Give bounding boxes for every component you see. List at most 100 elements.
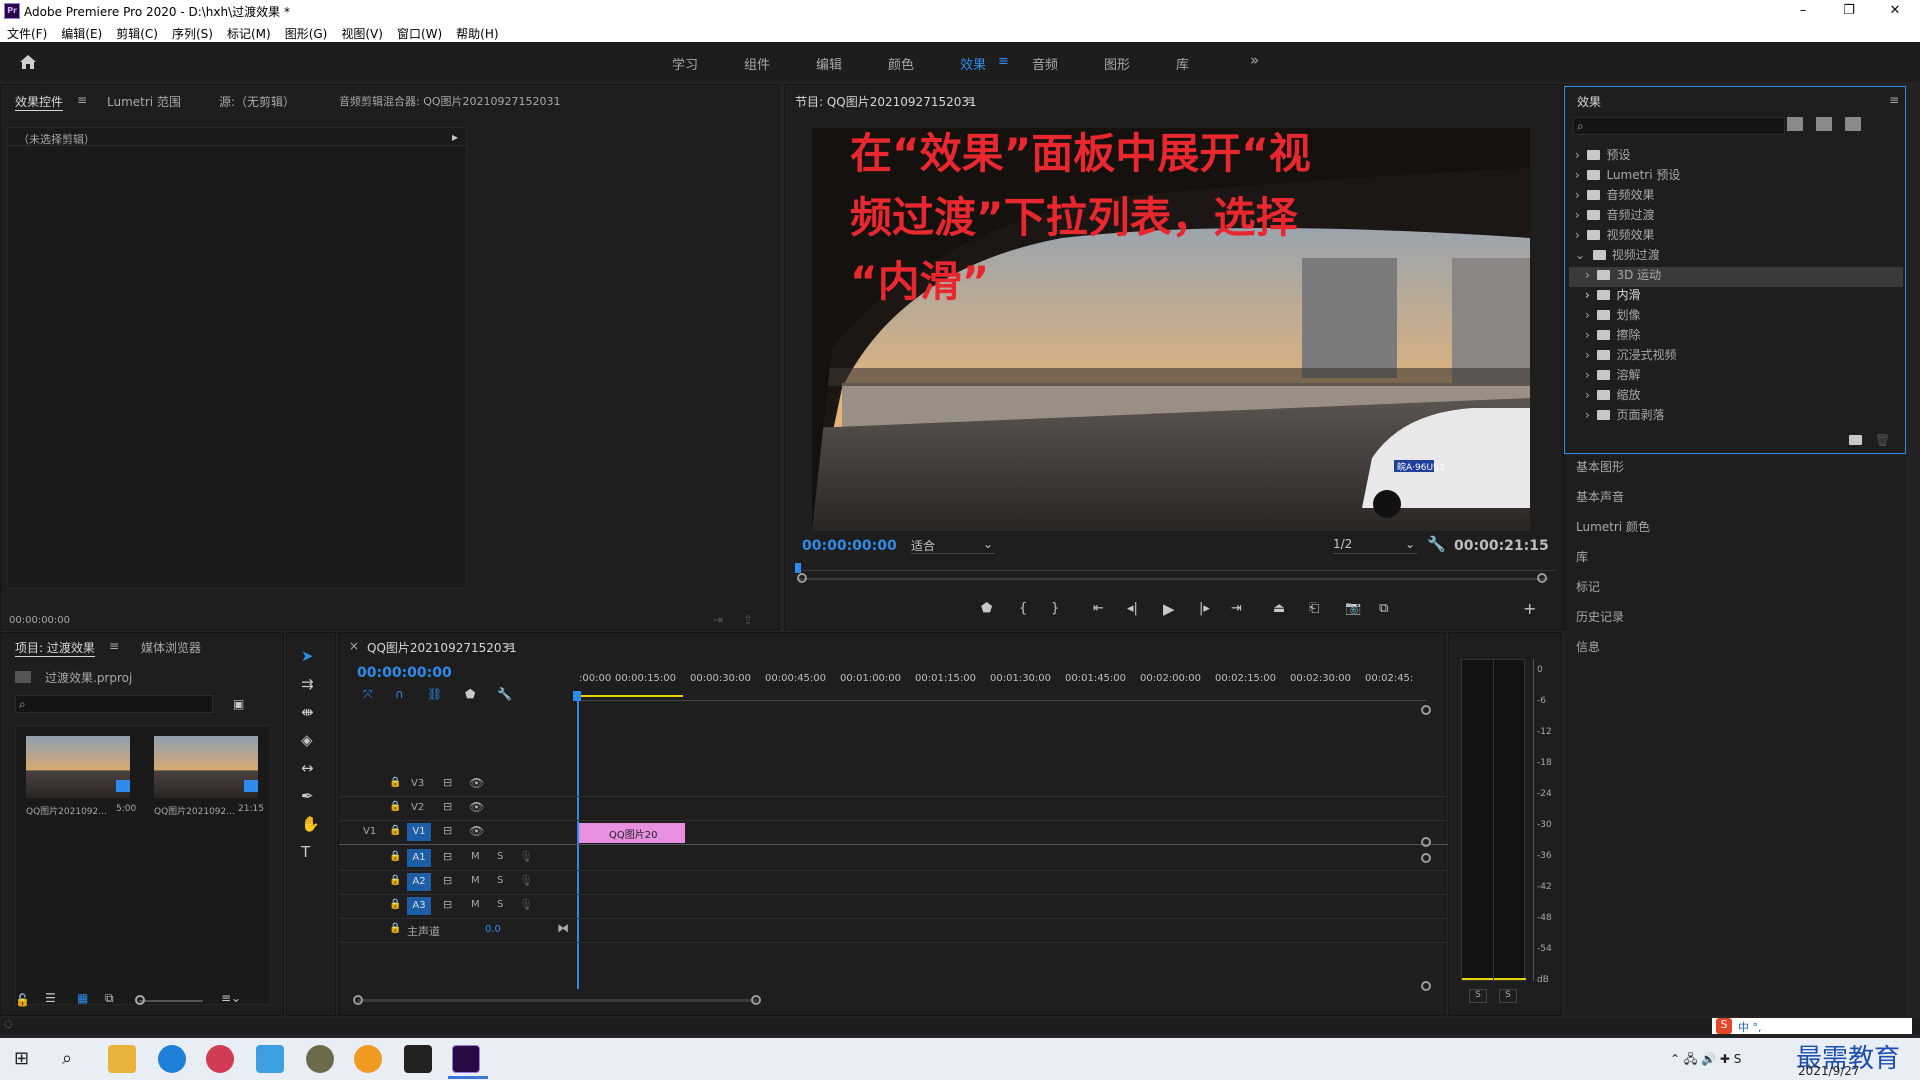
workspace-audio[interactable]: 音频 xyxy=(1032,54,1058,73)
menu-help[interactable]: 帮助(H) xyxy=(449,22,505,42)
tab-audio-clip-mixer[interactable]: 音频剪辑混合器: QQ图片20210927152031 xyxy=(339,93,561,109)
slip-tool-icon[interactable]: ↔ xyxy=(301,759,314,777)
ime-toolbar[interactable]: S 中 °, xyxy=(1712,1018,1912,1034)
tree-item-video-effects[interactable]: › 视频效果 xyxy=(1575,225,1680,245)
tab-media-browser[interactable]: 媒体浏览器 xyxy=(141,639,201,656)
track-label[interactable]: A3 xyxy=(407,897,431,915)
solo-button[interactable]: S xyxy=(497,899,503,910)
effects-search-input[interactable]: ⌕ xyxy=(1573,117,1785,135)
app-icon[interactable] xyxy=(306,1045,334,1073)
chevron-right-icon[interactable]: › xyxy=(1585,328,1590,342)
go-to-end-icon[interactable]: ⧓ xyxy=(557,921,569,935)
chevron-down-icon[interactable]: ⌄ xyxy=(1575,248,1585,262)
ripple-edit-tool-icon[interactable]: ⇼ xyxy=(301,703,314,721)
workspace-assembly[interactable]: 组件 xyxy=(744,54,770,73)
wrench-icon[interactable]: 🔧 xyxy=(1427,535,1446,553)
hand-tool-icon[interactable]: ✋ xyxy=(301,815,320,833)
scroll-handle-left[interactable] xyxy=(797,573,807,583)
program-menu-icon[interactable]: ≡ xyxy=(965,93,975,107)
sync-lock-icon[interactable]: ⊟ xyxy=(443,776,452,789)
tree-item-audio-effects[interactable]: › 音频效果 xyxy=(1575,185,1680,205)
chevron-right-icon[interactable]: › xyxy=(1575,228,1580,242)
mute-button[interactable]: M xyxy=(471,899,480,910)
go-to-in-icon[interactable]: ⇤ xyxy=(1093,601,1104,616)
zoom-scrollbar[interactable] xyxy=(797,578,1549,580)
tab-effect-controls[interactable]: 效果控件 xyxy=(15,93,64,111)
sync-lock-icon[interactable]: ⊟ xyxy=(443,800,452,813)
home-icon[interactable] xyxy=(18,52,38,72)
v-scroll-handle-top[interactable] xyxy=(1421,705,1431,715)
search-icon[interactable]: ⌕ xyxy=(62,1048,72,1069)
accelerated-effects-icon[interactable] xyxy=(1787,117,1803,131)
scroll-handle-right[interactable] xyxy=(1537,573,1547,583)
tree-item-dissolve[interactable]: › 溶解 xyxy=(1575,365,1680,385)
chevron-right-icon[interactable]: › xyxy=(1585,268,1590,282)
lock-icon[interactable]: 🔒 xyxy=(389,801,401,812)
tab-lumetri-scopes[interactable]: Lumetri 范围 xyxy=(107,93,181,110)
lock-icon[interactable]: 🔒 xyxy=(389,851,401,862)
source-patch-v1[interactable]: V1 xyxy=(363,826,376,837)
tray-icons[interactable]: ⌃ 🖧 🔊 ✚ S xyxy=(1670,1050,1741,1071)
icon-view-icon[interactable]: ▦ xyxy=(77,991,88,1005)
track-label[interactable]: A1 xyxy=(407,849,431,867)
new-bin-icon[interactable]: ▣ xyxy=(233,697,244,711)
pen-tool-icon[interactable]: ✒ xyxy=(301,787,314,805)
program-ruler[interactable] xyxy=(795,561,1555,571)
clock-date[interactable]: 2021/9/27 xyxy=(1798,1064,1860,1078)
menu-graphics[interactable]: 图形(G) xyxy=(278,22,335,42)
solo-right-button[interactable]: S xyxy=(1499,989,1517,1003)
premiere-taskbar-icon[interactable] xyxy=(452,1045,480,1073)
panel-lumetri-color[interactable]: Lumetri 颜色 xyxy=(1576,518,1650,535)
a-scroll-handle-bottom[interactable] xyxy=(1421,981,1431,991)
timeline-clip[interactable]: QQ图片20 xyxy=(579,823,685,843)
menu-window[interactable]: 窗口(W) xyxy=(390,22,449,42)
export-frame-icon[interactable]: 📷 xyxy=(1345,601,1361,616)
app-icon[interactable] xyxy=(206,1045,234,1073)
chevron-right-icon[interactable]: › xyxy=(1575,208,1580,222)
lock-icon[interactable]: 🔒 xyxy=(389,777,401,788)
workspace-effects[interactable]: 效果 xyxy=(960,54,986,73)
more-workspaces-icon[interactable]: » xyxy=(1250,51,1259,69)
comparison-view-icon[interactable]: ⧉ xyxy=(1379,601,1388,616)
workspace-editing[interactable]: 编辑 xyxy=(816,54,842,73)
add-marker-icon[interactable]: ⬟ xyxy=(465,687,475,701)
panel-essential-sound[interactable]: 基本声音 xyxy=(1576,488,1624,505)
panel-libraries[interactable]: 库 xyxy=(1576,548,1588,565)
step-forward-icon[interactable]: |▸ xyxy=(1199,601,1210,616)
track-label[interactable]: V1 xyxy=(407,823,431,841)
list-view-icon[interactable]: ☰ xyxy=(45,991,56,1005)
clip-thumbnail-1[interactable] xyxy=(26,736,130,798)
lock-icon[interactable]: 🔒 xyxy=(389,825,401,836)
app-icon[interactable] xyxy=(256,1045,284,1073)
track-label[interactable]: V2 xyxy=(411,802,424,813)
lock-icon[interactable]: 🔒 xyxy=(389,875,401,886)
mute-button[interactable]: M xyxy=(471,875,480,886)
menu-view[interactable]: 视图(V) xyxy=(334,22,390,42)
workspace-menu-icon[interactable]: ≡ xyxy=(998,54,1009,69)
filter-icon[interactable]: ⇥ xyxy=(713,613,723,627)
go-to-out-icon[interactable]: ⇥ xyxy=(1231,601,1242,616)
v-scroll-handle-mid[interactable] xyxy=(1421,837,1431,847)
freeform-view-icon[interactable]: ⧉ xyxy=(105,991,114,1006)
menu-clip[interactable]: 剪辑(C) xyxy=(109,22,165,42)
sequence-tab[interactable]: QQ图片20210927152031 xyxy=(367,639,517,656)
eye-icon[interactable]: 👁 xyxy=(469,824,484,838)
minimize-button[interactable]: – xyxy=(1780,0,1826,22)
panel-essential-graphics[interactable]: 基本图形 xyxy=(1576,458,1624,475)
a-scroll-handle-top[interactable] xyxy=(1421,853,1431,863)
edge-icon[interactable] xyxy=(158,1045,186,1073)
sync-lock-icon[interactable]: ⊟ xyxy=(443,850,452,863)
lock-icon[interactable]: 🔒 xyxy=(389,923,401,934)
tree-item-immersive-video[interactable]: › 沉浸式视频 xyxy=(1575,345,1680,365)
app-icon[interactable] xyxy=(354,1045,382,1073)
button-editor-icon[interactable]: + xyxy=(1523,599,1536,618)
chevron-right-icon[interactable]: › xyxy=(1585,288,1590,302)
chevron-right-icon[interactable]: › xyxy=(1575,168,1580,182)
playhead-icon[interactable] xyxy=(573,691,581,701)
close-sequence-icon[interactable]: × xyxy=(349,639,359,653)
razor-tool-icon[interactable]: ◈ xyxy=(301,731,313,749)
extract-icon[interactable]: ⎗ xyxy=(1309,601,1319,616)
mark-out-icon[interactable]: } xyxy=(1051,601,1059,616)
panel-markers[interactable]: 标记 xyxy=(1576,578,1600,595)
workspace-learn[interactable]: 学习 xyxy=(672,54,698,73)
